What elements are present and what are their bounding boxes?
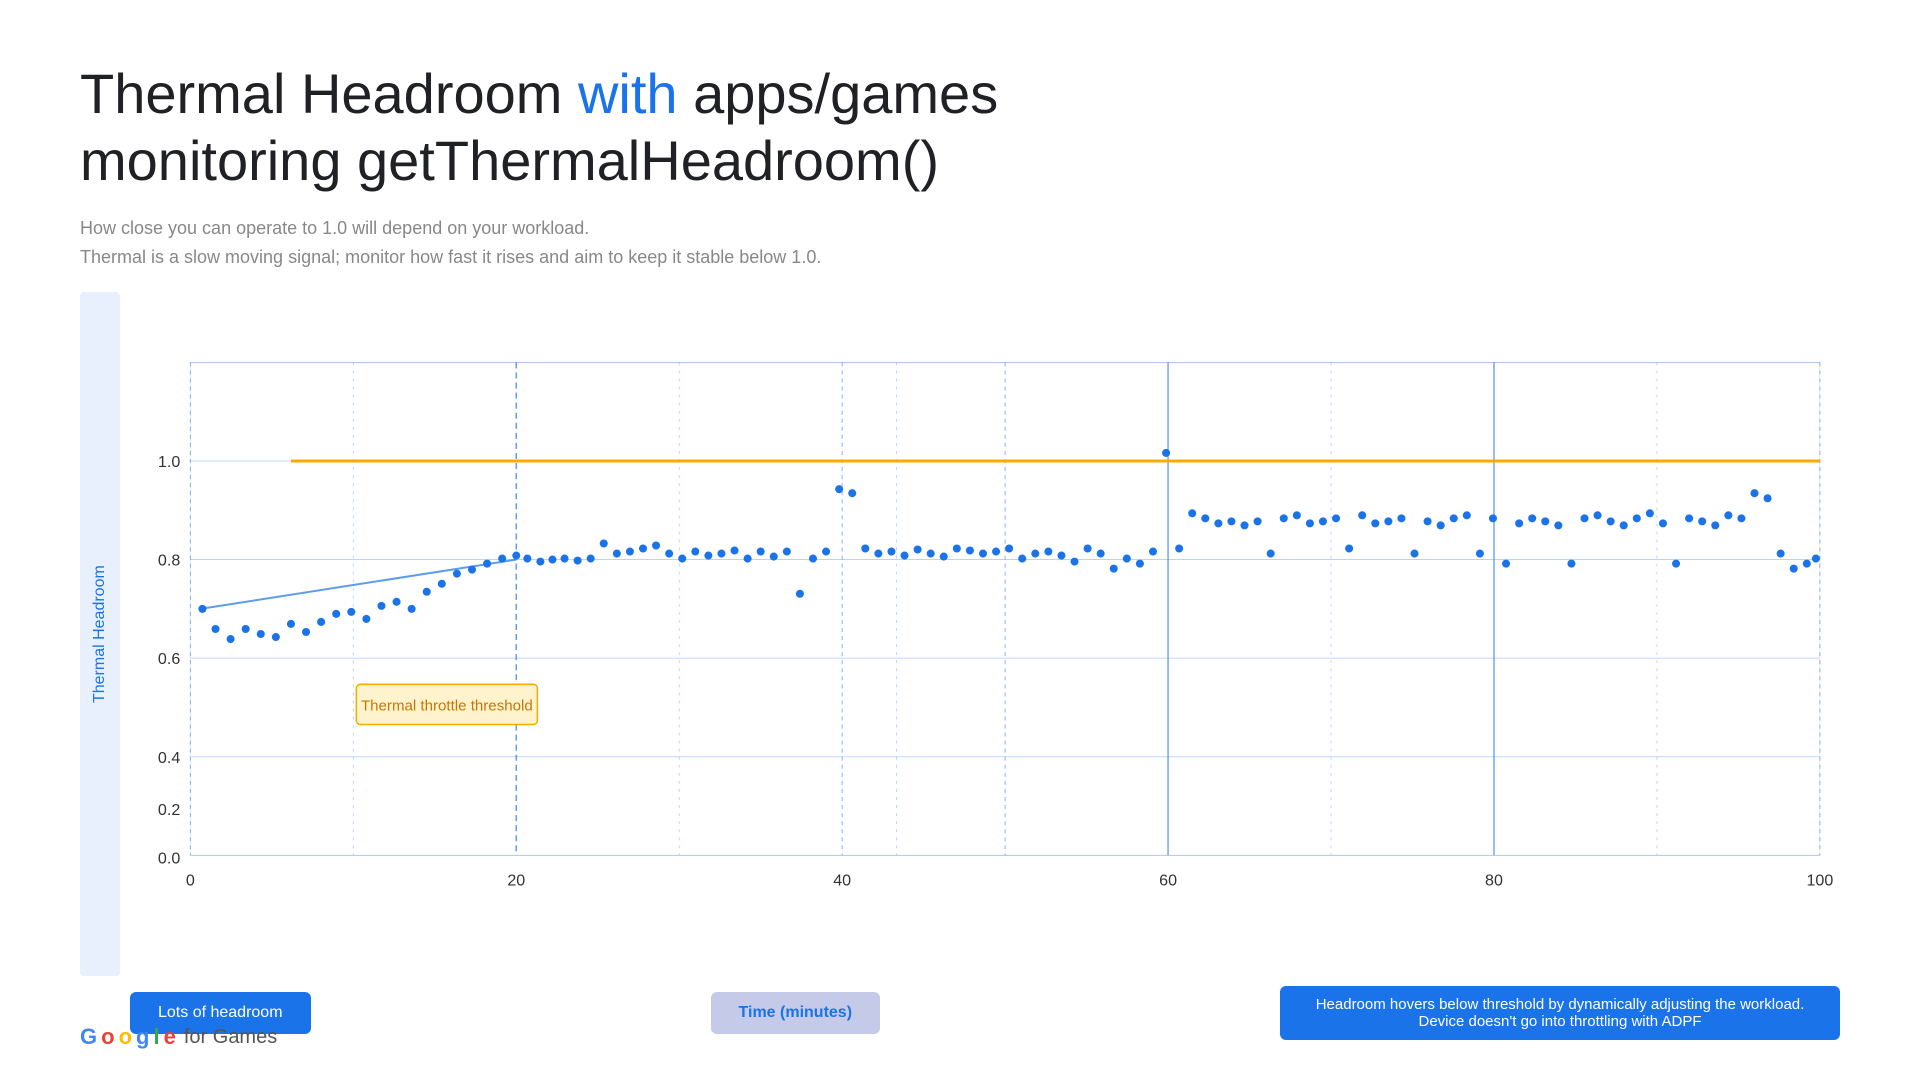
y-axis-label: Thermal Headroom (80, 292, 120, 976)
svg-text:1.0: 1.0 (158, 453, 180, 471)
logo-g2: g (136, 1024, 149, 1050)
svg-text:60: 60 (1159, 871, 1177, 889)
chart-wrapper: Thermal Headroom (80, 292, 1840, 976)
bottom-labels-row: Lots of headroom Time (minutes) Headroom… (80, 986, 1840, 1040)
page-title: Thermal Headroom with apps/games monitor… (80, 60, 1840, 194)
svg-text:80: 80 (1485, 871, 1503, 889)
chart-inner: Thermal throttle threshold (130, 292, 1840, 976)
logo-l: l (153, 1024, 159, 1050)
svg-text:Thermal throttle threshold: Thermal throttle threshold (361, 697, 533, 714)
svg-text:20: 20 (507, 871, 525, 889)
adpf-description-button: Headroom hovers below threshold by dynam… (1280, 986, 1840, 1040)
subtitle-line2: Thermal is a slow moving signal; monitor… (80, 243, 1840, 272)
logo-g: G (80, 1024, 97, 1050)
title-line2: monitoring getThermalHeadroom() (80, 129, 939, 192)
logo-e: e (164, 1024, 176, 1050)
chart-svg: Thermal throttle threshold (130, 292, 1840, 976)
title-part1: Thermal Headroom (80, 62, 578, 125)
logo-for-games: for Games (184, 1026, 277, 1049)
chart-area: Thermal Headroom (80, 292, 1840, 1040)
svg-text:100: 100 (1806, 871, 1833, 889)
subtitle: How close you can operate to 1.0 will de… (80, 214, 1840, 272)
svg-text:0: 0 (186, 871, 195, 889)
google-logo: Google for Games (80, 1024, 277, 1050)
logo-o1: o (101, 1024, 114, 1050)
svg-text:0.4: 0.4 (158, 749, 180, 767)
title-highlight: with (578, 62, 678, 125)
subtitle-line1: How close you can operate to 1.0 will de… (80, 214, 1840, 243)
time-minutes-button: Time (minutes) (711, 992, 881, 1034)
svg-text:0.0: 0.0 (158, 849, 180, 867)
logo-o2: o (119, 1024, 132, 1050)
svg-text:40: 40 (833, 871, 851, 889)
svg-text:0.8: 0.8 (158, 552, 180, 570)
svg-text:0.6: 0.6 (158, 650, 180, 668)
title-part2: apps/games (678, 62, 999, 125)
svg-text:0.2: 0.2 (158, 801, 180, 819)
